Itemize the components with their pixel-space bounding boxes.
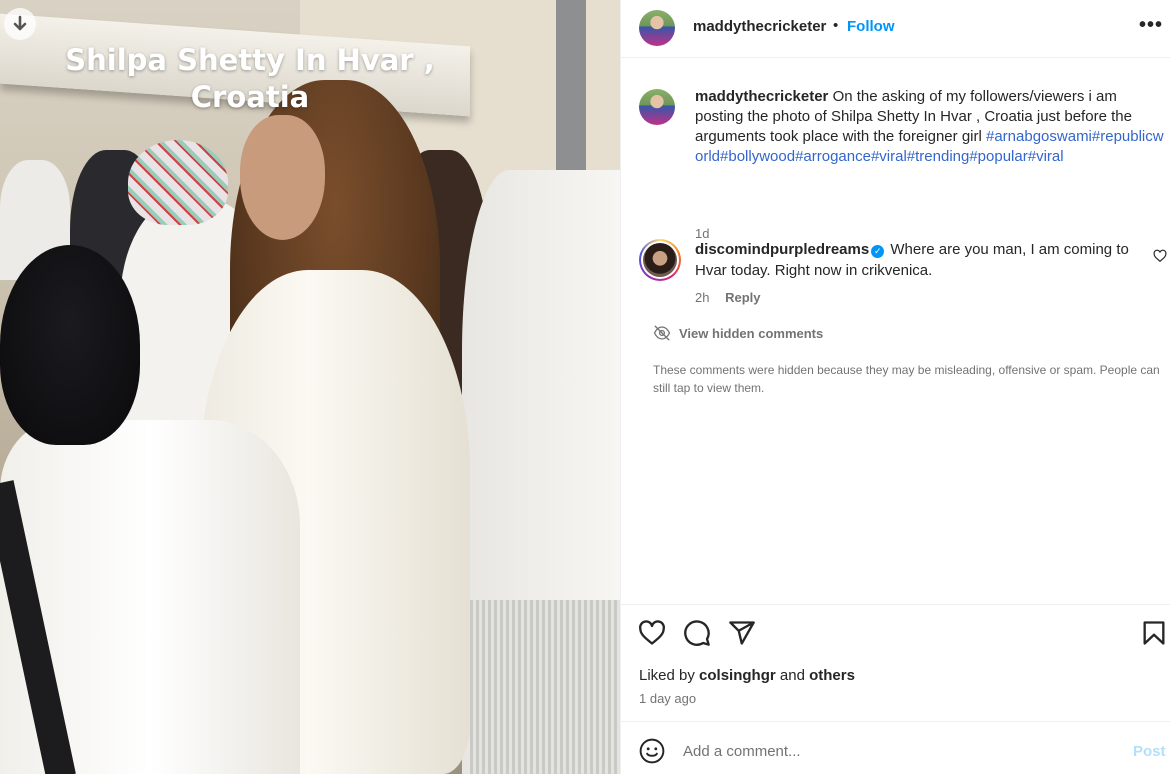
- comment-time[interactable]: 2h: [695, 290, 709, 305]
- download-button[interactable]: [4, 8, 36, 40]
- caption-username[interactable]: maddythecricketer: [695, 88, 828, 105]
- add-comment-input[interactable]: [683, 736, 1103, 766]
- comment-meta: 2h Reply: [695, 290, 761, 305]
- bookmark-icon[interactable]: [1140, 619, 1168, 647]
- photo-caption: Shilpa Shetty In Hvar , Croatia: [0, 42, 500, 116]
- reply-button[interactable]: Reply: [725, 290, 760, 305]
- comments-section[interactable]: maddythecricketer On the asking of my fo…: [621, 59, 1170, 604]
- liked-and: and: [779, 667, 805, 684]
- emoji-icon[interactable]: [639, 738, 665, 764]
- post-time-ago[interactable]: 1 day ago: [639, 691, 696, 706]
- post-side-panel: maddythecricketer • Follow ••• maddythec…: [620, 0, 1170, 774]
- subject-face: [240, 115, 325, 240]
- comment-icon[interactable]: [683, 619, 711, 647]
- arrow-down-icon: [13, 15, 27, 31]
- likes-summary: Liked by colsinghgr and others: [639, 667, 855, 684]
- liked-prefix: Liked by: [639, 667, 695, 684]
- like-comment-heart-icon[interactable]: [1153, 249, 1167, 263]
- post-comment-button[interactable]: Post: [1133, 743, 1166, 760]
- caption-author-avatar[interactable]: [639, 89, 675, 125]
- commenter-username[interactable]: discomindpurpledreams: [695, 241, 869, 258]
- liked-others[interactable]: others: [809, 667, 855, 684]
- post-actions: Liked by colsinghgr and others 1 day ago: [621, 604, 1170, 720]
- share-icon[interactable]: [728, 619, 756, 647]
- liked-user[interactable]: colsinghgr: [699, 667, 776, 684]
- hidden-comments-note: These comments were hidden because they …: [653, 363, 1160, 395]
- follow-button[interactable]: Follow: [847, 18, 895, 35]
- background-pole: [556, 0, 586, 180]
- header-separator: •: [833, 17, 839, 34]
- view-hidden-comments-button[interactable]: View hidden comments: [653, 325, 823, 341]
- photo-caption-line1: Shilpa Shetty In Hvar ,: [65, 43, 435, 77]
- foreground-person-hair: [0, 245, 140, 445]
- eye-off-icon: [653, 325, 671, 341]
- view-hidden-comments-label: View hidden comments: [679, 325, 824, 341]
- photo-caption-line2: Croatia: [190, 80, 310, 114]
- background-turban: [128, 140, 228, 225]
- commenter-avatar[interactable]: [639, 239, 681, 281]
- more-options-button[interactable]: •••: [1139, 14, 1163, 37]
- comment-text-block: discomindpurpledreams ✓ Where are you man…: [695, 239, 1145, 281]
- post-header: maddythecricketer • Follow •••: [621, 0, 1170, 58]
- background-man-pants: [470, 600, 620, 774]
- post-photo[interactable]: Shilpa Shetty In Hvar , Croatia: [0, 0, 620, 774]
- author-avatar[interactable]: [639, 10, 675, 46]
- heart-icon[interactable]: [638, 619, 666, 647]
- author-username[interactable]: maddythecricketer: [693, 18, 826, 35]
- caption-text-block: maddythecricketer On the asking of my fo…: [695, 87, 1165, 167]
- add-comment-bar: Post: [621, 721, 1170, 774]
- verified-badge-icon: ✓: [871, 245, 885, 258]
